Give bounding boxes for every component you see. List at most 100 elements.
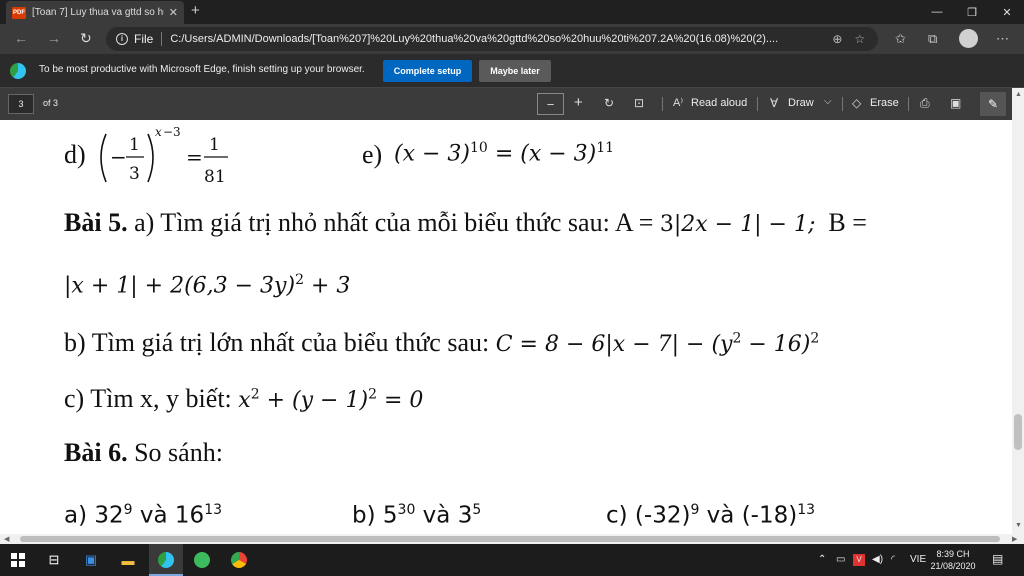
collections-icon[interactable]: ⧉ bbox=[928, 31, 937, 47]
clock-date: 21/08/2020 bbox=[930, 561, 976, 571]
horizontal-scrollbar[interactable]: ◀ ▶ bbox=[0, 534, 1024, 544]
bai6-a: a) 329 và 1613 bbox=[64, 502, 223, 529]
bai6-text: So sánh: bbox=[127, 438, 223, 467]
pin-toolbar-button[interactable]: ✎ bbox=[980, 92, 1006, 116]
tab-bar: PDF [Toan 7] Luy thua va gttd so huu ✕ +… bbox=[0, 0, 1024, 24]
bai6-title: Bài 6. bbox=[64, 438, 128, 467]
file-label: File bbox=[134, 32, 154, 46]
expr-a: 3|2x − 1| − 1; bbox=[659, 212, 816, 237]
erase-button[interactable]: Erase bbox=[870, 97, 899, 109]
exercise-d-formula: − 1 3 x −3 = 1 81 bbox=[100, 125, 228, 187]
more-icon[interactable]: ⋯ bbox=[996, 31, 1009, 47]
bai5-c-text: c) Tìm x, y biết: bbox=[64, 384, 239, 413]
minimize-icon[interactable]: — bbox=[920, 0, 954, 24]
svg-text:81: 81 bbox=[204, 167, 226, 187]
scroll-right-icon[interactable]: ▶ bbox=[1012, 535, 1017, 543]
file-explorer-icon[interactable]: ▬ bbox=[118, 550, 138, 570]
infobar-message: To be most productive with Microsoft Edg… bbox=[39, 64, 365, 75]
svg-text:−: − bbox=[110, 145, 127, 169]
restore-icon[interactable]: ❐ bbox=[955, 0, 989, 24]
bai5-b-text: b) Tìm giá trị lớn nhất của biểu thức sa… bbox=[64, 328, 496, 357]
vertical-scrollbar[interactable]: ▲ ▼ bbox=[1012, 88, 1024, 534]
browser-tab[interactable]: PDF [Toan 7] Luy thua va gttd so huu ✕ bbox=[6, 1, 184, 24]
draw-icon[interactable]: ∀ bbox=[770, 96, 778, 110]
app-taskbar-icon[interactable] bbox=[192, 550, 212, 570]
svg-text:=: = bbox=[186, 145, 203, 169]
close-window-icon[interactable]: ✕ bbox=[990, 0, 1024, 24]
info-icon[interactable]: i bbox=[116, 33, 128, 45]
bai5-c-line: c) Tìm x, y biết: x2 + (y − 1)2 = 0 bbox=[64, 384, 423, 414]
close-tab-icon[interactable]: ✕ bbox=[169, 6, 178, 19]
battery-icon[interactable]: ▭ bbox=[836, 554, 845, 565]
zoom-out-button[interactable]: − bbox=[537, 93, 564, 115]
edge-taskbar-icon[interactable] bbox=[156, 550, 176, 570]
zoom-in-icon[interactable]: + bbox=[574, 94, 583, 111]
bai5-title: Bài 5. bbox=[64, 208, 128, 237]
refresh-icon[interactable]: ↻ bbox=[80, 30, 92, 47]
clock-time: 8:39 CH bbox=[936, 549, 970, 559]
address-bar: ← → ↻ i File C:/Users/ADMIN/Downloads/[T… bbox=[0, 24, 1024, 54]
bai6-c: c) (-32)9 và (-18)13 bbox=[606, 502, 816, 529]
print-icon[interactable]: ⎙ bbox=[920, 96, 930, 111]
url-text[interactable]: C:/Users/ADMIN/Downloads/[Toan%207]%20Lu… bbox=[170, 33, 820, 45]
page-number-input[interactable]: 3 bbox=[8, 94, 34, 114]
svg-text:x: x bbox=[155, 125, 162, 139]
chevron-down-icon[interactable]: ⌵ bbox=[824, 96, 832, 107]
bai5-b-line: b) Tìm giá trị lớn nhất của biểu thức sa… bbox=[64, 328, 819, 358]
edge-setup-infobar: To be most productive with Microsoft Edg… bbox=[0, 54, 1024, 88]
rotate-icon[interactable]: ↻ bbox=[604, 96, 614, 110]
pdf-file-icon: PDF bbox=[12, 6, 26, 19]
exercise-e-label: e) bbox=[362, 140, 383, 169]
draw-button[interactable]: Draw bbox=[788, 97, 814, 109]
pdf-toolbar: 3 of 3 − + ↻ ⊡ A⁾ Read aloud ∀ Draw ⌵ ◇ … bbox=[0, 88, 1024, 120]
windows-start-icon[interactable] bbox=[8, 550, 28, 570]
url-box[interactable]: i File C:/Users/ADMIN/Downloads/[Toan%20… bbox=[106, 27, 878, 51]
scroll-down-icon[interactable]: ▼ bbox=[1015, 522, 1022, 529]
maybe-later-button[interactable]: Maybe later bbox=[479, 60, 551, 82]
horizontal-scroll-thumb[interactable] bbox=[20, 536, 1000, 542]
page-count: of 3 bbox=[43, 98, 59, 108]
store-icon[interactable]: ▣ bbox=[81, 550, 101, 570]
complete-setup-button[interactable]: Complete setup bbox=[383, 60, 472, 82]
svg-text:3: 3 bbox=[129, 164, 140, 184]
antivirus-icon[interactable]: V bbox=[853, 554, 865, 566]
expr-c: C = 8 − 6|x − 7| − (y2 − 16)2 bbox=[495, 330, 820, 357]
scroll-up-icon[interactable]: ▲ bbox=[1015, 91, 1022, 98]
separator bbox=[908, 97, 909, 111]
fit-page-icon[interactable]: ⊡ bbox=[634, 96, 644, 110]
back-icon[interactable]: ← bbox=[14, 30, 28, 46]
vertical-scroll-thumb[interactable] bbox=[1014, 414, 1022, 450]
wifi-icon[interactable]: ◜ bbox=[891, 554, 895, 565]
profile-avatar[interactable] bbox=[959, 29, 978, 48]
task-view-icon[interactable]: ⊟ bbox=[44, 550, 64, 570]
bai5-a-text: a) Tìm giá trị nhỏ nhất của mỗi biểu thứ… bbox=[127, 208, 660, 237]
bai5-a-line: Bài 5. a) Tìm giá trị nhỏ nhất của mỗi b… bbox=[64, 208, 867, 238]
clock[interactable]: 8:39 CH 21/08/2020 bbox=[930, 548, 976, 572]
volume-icon[interactable]: ◀) bbox=[872, 554, 883, 565]
language-indicator[interactable]: VIE bbox=[910, 554, 926, 565]
bai6-line: Bài 6. So sánh: bbox=[64, 438, 223, 468]
separator bbox=[842, 97, 843, 111]
pdf-page: d) − 1 3 x −3 = 1 81 e) (x − 3)10 = (x −… bbox=[0, 120, 1012, 534]
separator bbox=[662, 97, 663, 111]
eraser-icon[interactable]: ◇ bbox=[852, 96, 861, 110]
separator bbox=[757, 97, 758, 111]
zoom-icon[interactable]: ⊕ bbox=[832, 32, 842, 46]
expr-b: |x + 1| + 2(6,3 − 3y)2 + 3 bbox=[64, 272, 351, 299]
scroll-left-icon[interactable]: ◀ bbox=[4, 535, 9, 543]
chrome-taskbar-icon[interactable] bbox=[229, 550, 249, 570]
read-aloud-button[interactable]: Read aloud bbox=[691, 97, 747, 109]
pdf-page-view[interactable]: d) − 1 3 x −3 = 1 81 e) (x − 3)10 = (x −… bbox=[0, 120, 1012, 534]
svg-text:−3: −3 bbox=[163, 125, 181, 139]
favorite-star-icon[interactable]: ☆ bbox=[854, 32, 865, 46]
new-tab-icon[interactable]: + bbox=[191, 2, 200, 19]
forward-icon[interactable]: → bbox=[47, 30, 61, 46]
favorites-icon[interactable]: ✩ bbox=[895, 31, 906, 47]
read-aloud-icon[interactable]: A⁾ bbox=[673, 96, 683, 109]
separator bbox=[161, 32, 163, 46]
tray-chevron-icon[interactable]: ⌃ bbox=[818, 554, 826, 565]
expr-b-label: B = bbox=[815, 208, 867, 237]
save-icon[interactable]: ▣ bbox=[950, 96, 961, 110]
svg-text:1: 1 bbox=[129, 135, 140, 155]
notifications-icon[interactable]: ▤ bbox=[992, 552, 1003, 566]
